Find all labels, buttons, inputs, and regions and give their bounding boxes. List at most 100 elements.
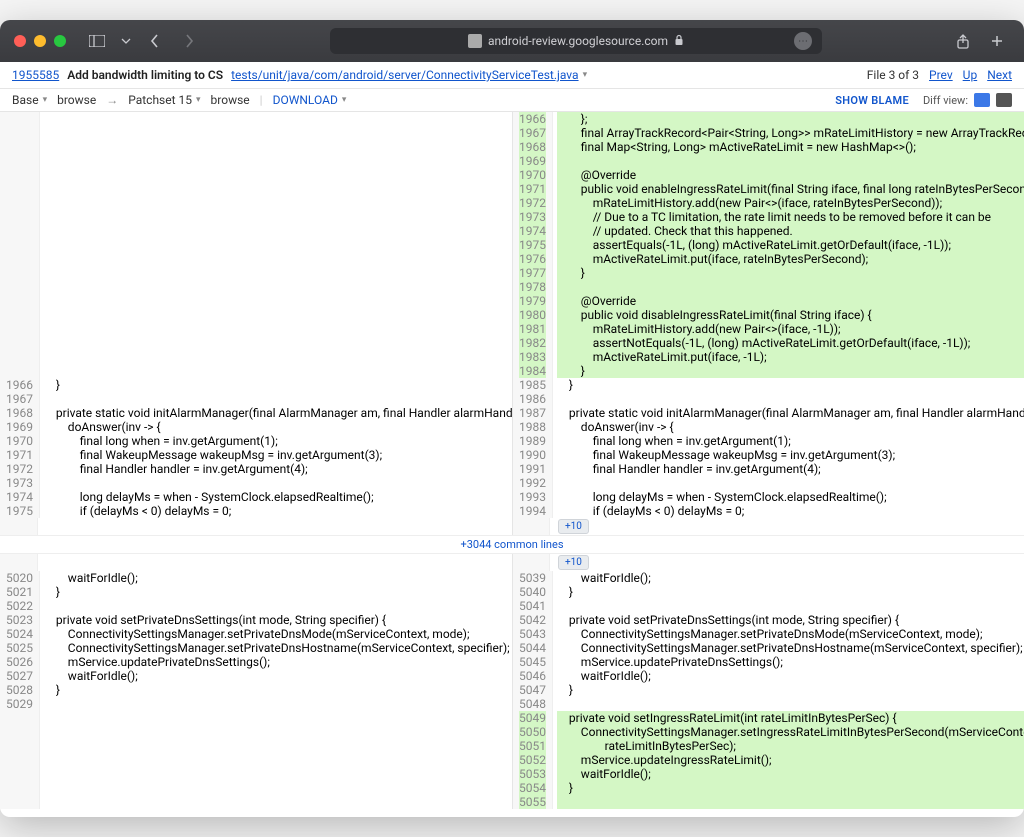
back-button[interactable] xyxy=(142,28,168,54)
forward-button[interactable] xyxy=(176,28,202,54)
line-number[interactable]: 1966 xyxy=(6,378,33,392)
line-number[interactable]: 5040 xyxy=(519,585,546,599)
show-blame-button[interactable]: SHOW BLAME xyxy=(835,94,909,107)
base-selector[interactable]: Base ▾ xyxy=(12,93,47,107)
chevron-down-icon: ▾ xyxy=(196,95,201,105)
line-number[interactable]: 1975 xyxy=(6,504,33,518)
line-number[interactable]: 5023 xyxy=(6,613,33,627)
line-number[interactable]: 5021 xyxy=(6,585,33,599)
line-number[interactable]: 5051 xyxy=(519,739,546,753)
expand-context-button[interactable]: +10 xyxy=(558,555,589,570)
line-number[interactable]: 1974 xyxy=(519,224,546,238)
line-number[interactable]: 1971 xyxy=(519,182,546,196)
right-code: waitForIdle(); } private void setPrivate… xyxy=(553,571,1024,809)
line-number[interactable]: 1974 xyxy=(6,490,33,504)
line-number[interactable]: 5046 xyxy=(519,669,546,683)
line-number[interactable]: 5027 xyxy=(6,669,33,683)
chevron-down-icon[interactable] xyxy=(118,28,134,54)
line-number[interactable]: 1971 xyxy=(6,448,33,462)
share-icon[interactable] xyxy=(950,28,976,54)
line-number[interactable]: 1982 xyxy=(519,336,546,350)
unified-view-button[interactable] xyxy=(996,93,1012,107)
line-number[interactable]: 1968 xyxy=(6,406,33,420)
line-number[interactable]: 5047 xyxy=(519,683,546,697)
line-number[interactable]: 1988 xyxy=(519,420,546,434)
line-number[interactable]: 5022 xyxy=(6,599,33,613)
url-text: android-review.googlesource.com xyxy=(488,34,668,48)
side-by-side-view-button[interactable] xyxy=(974,93,990,107)
line-number[interactable]: 1967 xyxy=(6,392,33,406)
line-number[interactable]: 1992 xyxy=(519,476,546,490)
line-number[interactable]: 1976 xyxy=(519,252,546,266)
line-number[interactable]: 1986 xyxy=(519,392,546,406)
line-number[interactable]: 1970 xyxy=(6,434,33,448)
line-number[interactable]: 5055 xyxy=(519,795,546,809)
browse-patchset-link[interactable]: browse xyxy=(211,93,250,107)
line-number[interactable]: 1973 xyxy=(6,476,33,490)
file-dropdown-icon[interactable]: ▾ xyxy=(583,70,588,80)
line-number[interactable]: 5028 xyxy=(6,683,33,697)
line-number[interactable]: 5024 xyxy=(6,627,33,641)
code-line: public void disableIngressRateLimit(fina… xyxy=(557,308,1024,322)
line-number[interactable]: 5043 xyxy=(519,627,546,641)
up-link[interactable]: Up xyxy=(963,68,978,82)
line-number[interactable]: 1969 xyxy=(6,420,33,434)
next-file-link[interactable]: Next xyxy=(987,68,1012,82)
url-bar[interactable]: android-review.googlesource.com ⋯ xyxy=(330,28,822,54)
maximize-window-button[interactable] xyxy=(54,35,66,47)
line-number[interactable]: 1994 xyxy=(519,504,546,518)
reader-mode-icon[interactable]: ⋯ xyxy=(794,32,812,50)
line-number[interactable]: 1983 xyxy=(519,350,546,364)
line-number[interactable]: 1968 xyxy=(519,140,546,154)
line-number[interactable]: 5039 xyxy=(519,571,546,585)
line-number[interactable]: 5053 xyxy=(519,767,546,781)
prev-file-link[interactable]: Prev xyxy=(929,68,953,82)
new-tab-icon[interactable] xyxy=(984,28,1010,54)
line-number[interactable]: 1980 xyxy=(519,308,546,322)
download-menu[interactable]: DOWNLOAD ▾ xyxy=(273,93,347,107)
line-number[interactable]: 5049 xyxy=(519,711,546,725)
line-number[interactable]: 5054 xyxy=(519,781,546,795)
line-number[interactable]: 1985 xyxy=(519,378,546,392)
common-lines-expander[interactable]: +3044 common lines xyxy=(0,535,1024,554)
line-number[interactable]: 1969 xyxy=(519,154,546,168)
line-number[interactable]: 1990 xyxy=(519,448,546,462)
line-number[interactable]: 1987 xyxy=(519,406,546,420)
close-window-button[interactable] xyxy=(14,35,26,47)
line-number[interactable]: 1972 xyxy=(519,196,546,210)
line-number[interactable]: 5025 xyxy=(6,641,33,655)
line-number[interactable]: 5042 xyxy=(519,613,546,627)
line-number[interactable]: 1970 xyxy=(519,168,546,182)
change-id-link[interactable]: 1955585 xyxy=(12,68,59,82)
line-number[interactable]: 1993 xyxy=(519,490,546,504)
line-number[interactable]: 5052 xyxy=(519,753,546,767)
code-line: assertNotEquals(-1L, (long) mActiveRateL… xyxy=(557,336,1024,350)
expand-context-button[interactable]: +10 xyxy=(558,519,589,534)
line-number[interactable]: 1989 xyxy=(519,434,546,448)
line-number[interactable]: 1967 xyxy=(519,126,546,140)
line-number[interactable]: 5029 xyxy=(6,697,33,711)
line-number[interactable]: 1977 xyxy=(519,266,546,280)
minimize-window-button[interactable] xyxy=(34,35,46,47)
line-number[interactable]: 5045 xyxy=(519,655,546,669)
line-number[interactable]: 5044 xyxy=(519,641,546,655)
line-number[interactable]: 1984 xyxy=(519,364,546,378)
line-number[interactable]: 1978 xyxy=(519,280,546,294)
browse-base-link[interactable]: browse xyxy=(57,93,96,107)
line-number[interactable]: 1973 xyxy=(519,210,546,224)
line-number[interactable]: 1972 xyxy=(6,462,33,476)
line-number[interactable]: 5020 xyxy=(6,571,33,585)
line-number[interactable]: 5050 xyxy=(519,725,546,739)
line-number[interactable]: 5048 xyxy=(519,697,546,711)
line-number[interactable]: 5026 xyxy=(6,655,33,669)
sidebar-icon[interactable] xyxy=(84,28,110,54)
line-number[interactable]: 1966 xyxy=(519,112,546,126)
file-path-link[interactable]: tests/unit/java/com/android/server/Conne… xyxy=(231,68,578,82)
line-number[interactable]: 1975 xyxy=(519,238,546,252)
right-pane: 1966196719681969197019711972197319741975… xyxy=(512,112,1024,518)
line-number[interactable]: 1981 xyxy=(519,322,546,336)
line-number[interactable]: 5041 xyxy=(519,599,546,613)
patchset-selector[interactable]: Patchset 15 ▾ xyxy=(128,93,200,107)
line-number[interactable]: 1991 xyxy=(519,462,546,476)
line-number[interactable]: 1979 xyxy=(519,294,546,308)
